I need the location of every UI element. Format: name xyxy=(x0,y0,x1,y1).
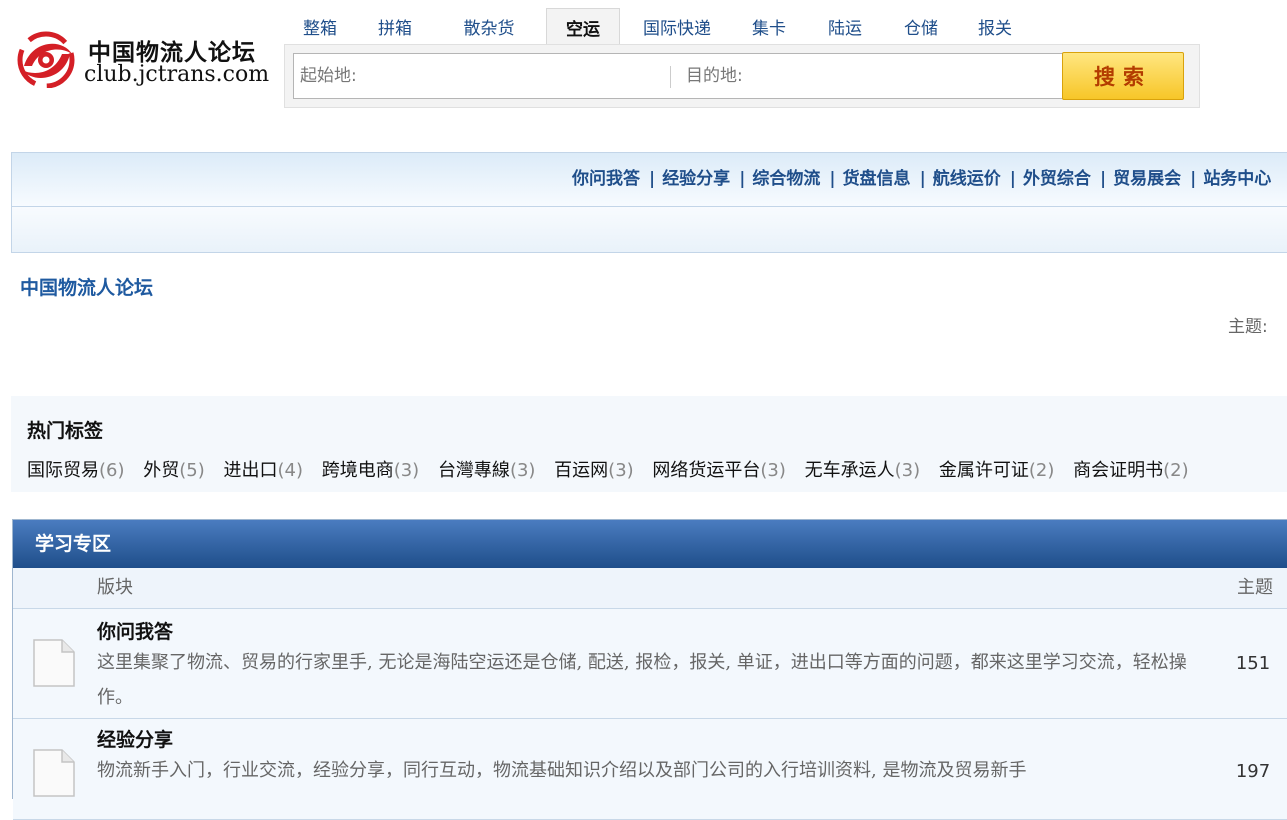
search-divider xyxy=(670,66,671,88)
tab-express[interactable]: 国际快递 xyxy=(632,8,722,46)
main-nav: 你问我答 | 经验分享 | 综合物流 | 货盘信息 | 航线运价 | 外贸综合 | 贸易展会 | 站务中心 xyxy=(11,152,1287,253)
nav-link-logistics[interactable]: 综合物流 xyxy=(752,169,820,189)
tag-name: 商会证明书 xyxy=(1073,460,1164,481)
tag-name: 网络货运平台 xyxy=(652,460,761,481)
nav-link-rates[interactable]: 航线运价 xyxy=(933,169,1001,189)
nav-links: 你问我答 | 经验分享 | 综合物流 | 货盘信息 | 航线运价 | 外贸综合 | 贸易展会 | 站务中心 xyxy=(572,153,1271,206)
tag-count: (3) xyxy=(608,460,634,481)
nav-link-expo[interactable]: 贸易展会 xyxy=(1113,169,1181,189)
tag-name: 国际贸易 xyxy=(27,460,99,481)
nav-link-experience[interactable]: 经验分享 xyxy=(662,169,730,189)
tab-truck[interactable]: 集卡 xyxy=(736,8,802,46)
column-topics: 主题 xyxy=(1237,577,1273,598)
nav-separator: | xyxy=(739,169,746,189)
search-box xyxy=(293,53,1063,99)
nav-separator: | xyxy=(919,169,926,189)
search-panel: 搜索 xyxy=(284,44,1200,108)
hot-tags-panel: 热门标签 国际贸易(6) 外贸(5) 进出口(4) 跨境电商(3) 台灣專線(3… xyxy=(11,396,1287,492)
tab-air[interactable]: 空运 xyxy=(546,8,620,46)
nav-separator: | xyxy=(1099,169,1107,189)
tab-land[interactable]: 陆运 xyxy=(812,8,878,46)
tag-count: (3) xyxy=(760,460,786,481)
tag-item[interactable]: 外贸(5) xyxy=(143,460,205,481)
search-button[interactable]: 搜索 xyxy=(1062,52,1184,100)
tag-item[interactable]: 百运网(3) xyxy=(554,460,634,481)
tag-item[interactable]: 商会证明书(2) xyxy=(1073,460,1189,481)
site-logo[interactable]: 中国物流人论坛 club.jctrans.com xyxy=(16,30,278,92)
origin-input[interactable] xyxy=(294,54,668,98)
nav-separator: | xyxy=(649,169,656,189)
column-header: 版块 主题 xyxy=(13,568,1287,609)
tag-count: (3) xyxy=(393,460,420,481)
tag-name: 金属许可证 xyxy=(938,460,1029,481)
nav-separator: | xyxy=(829,169,836,189)
tag-name: 外贸 xyxy=(143,460,180,481)
tag-item[interactable]: 台灣專線(3) xyxy=(438,460,536,481)
tag-count: (3) xyxy=(509,460,536,481)
board-name[interactable]: 经验分享 xyxy=(97,725,173,752)
section-title[interactable]: 学习专区 xyxy=(35,520,111,568)
nav-link-cargo[interactable]: 货盘信息 xyxy=(843,169,911,189)
page-title[interactable]: 中国物流人论坛 xyxy=(20,273,153,300)
hot-tags-title: 热门标签 xyxy=(27,420,104,442)
tag-count: (2) xyxy=(1028,460,1055,481)
tab-customs[interactable]: 报关 xyxy=(962,8,1028,46)
tag-name: 进出口 xyxy=(223,460,278,481)
board-topic-count: 151 xyxy=(1235,653,1271,674)
nav-link-trade[interactable]: 外贸综合 xyxy=(1023,169,1091,189)
hot-tags-list: 国际贸易(6) 外贸(5) 进出口(4) 跨境电商(3) 台灣專線(3) 百运网… xyxy=(27,456,1202,482)
tag-count: (3) xyxy=(894,460,921,481)
tag-name: 百运网 xyxy=(554,460,609,481)
tab-warehouse[interactable]: 仓储 xyxy=(888,8,954,46)
nav-separator: | xyxy=(1009,169,1016,189)
tab-fcl[interactable]: 整箱 xyxy=(284,8,356,46)
section-header: 学习专区 xyxy=(13,520,1287,568)
tab-bulk[interactable]: 散杂货 xyxy=(444,8,534,46)
tag-item[interactable]: 无车承运人(3) xyxy=(805,460,921,481)
topics-stat-label: 主题: xyxy=(1228,317,1268,337)
tag-item[interactable]: 金属许可证(2) xyxy=(939,460,1055,481)
board-file-icon xyxy=(33,749,75,797)
tag-item[interactable]: 跨境电商(3) xyxy=(322,460,420,481)
logo-text-domain: club.jctrans.com xyxy=(84,62,270,87)
nav-link-site[interactable]: 站务中心 xyxy=(1203,169,1271,189)
column-board: 版块 xyxy=(97,577,133,598)
tag-item[interactable]: 国际贸易(6) xyxy=(27,460,125,481)
nav-sub-bar xyxy=(12,207,1287,252)
tag-item[interactable]: 网络货运平台(3) xyxy=(652,460,786,481)
tag-name: 台灣專線 xyxy=(437,460,510,481)
tag-count: (2) xyxy=(1163,460,1189,481)
board-description: 这里集聚了物流、贸易的行家里手, 无论是海陆空运还是仓储, 配送, 报检，报关,… xyxy=(97,652,1187,708)
board-row: 经验分享 物流新手入门，行业交流，经验分享，同行互动，物流基础知识介绍以及部门公… xyxy=(13,719,1287,820)
forum-section: 学习专区 版块 主题 你问我答 这里集聚了物流、贸易的行家里手, 无论是海陆空运… xyxy=(12,519,1287,820)
destination-input[interactable] xyxy=(680,54,1060,98)
nav-link-qa[interactable]: 你问我答 xyxy=(572,169,640,189)
tag-count: (5) xyxy=(179,460,205,481)
tag-name: 无车承运人 xyxy=(804,460,895,481)
nav-separator: | xyxy=(1190,169,1197,189)
tag-count: (6) xyxy=(99,460,125,481)
tag-count: (4) xyxy=(277,460,303,481)
board-row: 你问我答 这里集聚了物流、贸易的行家里手, 无论是海陆空运还是仓储, 配送, 报… xyxy=(13,609,1287,719)
board-file-icon xyxy=(33,639,75,687)
board-topic-count: 197 xyxy=(1235,761,1271,782)
tag-name: 跨境电商 xyxy=(321,460,394,481)
logo-swirl-icon xyxy=(17,31,75,88)
nav-top-bar: 你问我答 | 经验分享 | 综合物流 | 货盘信息 | 航线运价 | 外贸综合 | 贸易展会 | 站务中心 xyxy=(12,153,1287,207)
tab-lcl[interactable]: 拼箱 xyxy=(360,8,430,46)
tag-item[interactable]: 进出口(4) xyxy=(223,460,303,481)
board-description: 物流新手入门，行业交流，经验分享，同行互动，物流基础知识介绍以及部门公司的入行培… xyxy=(97,760,1027,781)
board-name[interactable]: 你问我答 xyxy=(97,617,173,644)
